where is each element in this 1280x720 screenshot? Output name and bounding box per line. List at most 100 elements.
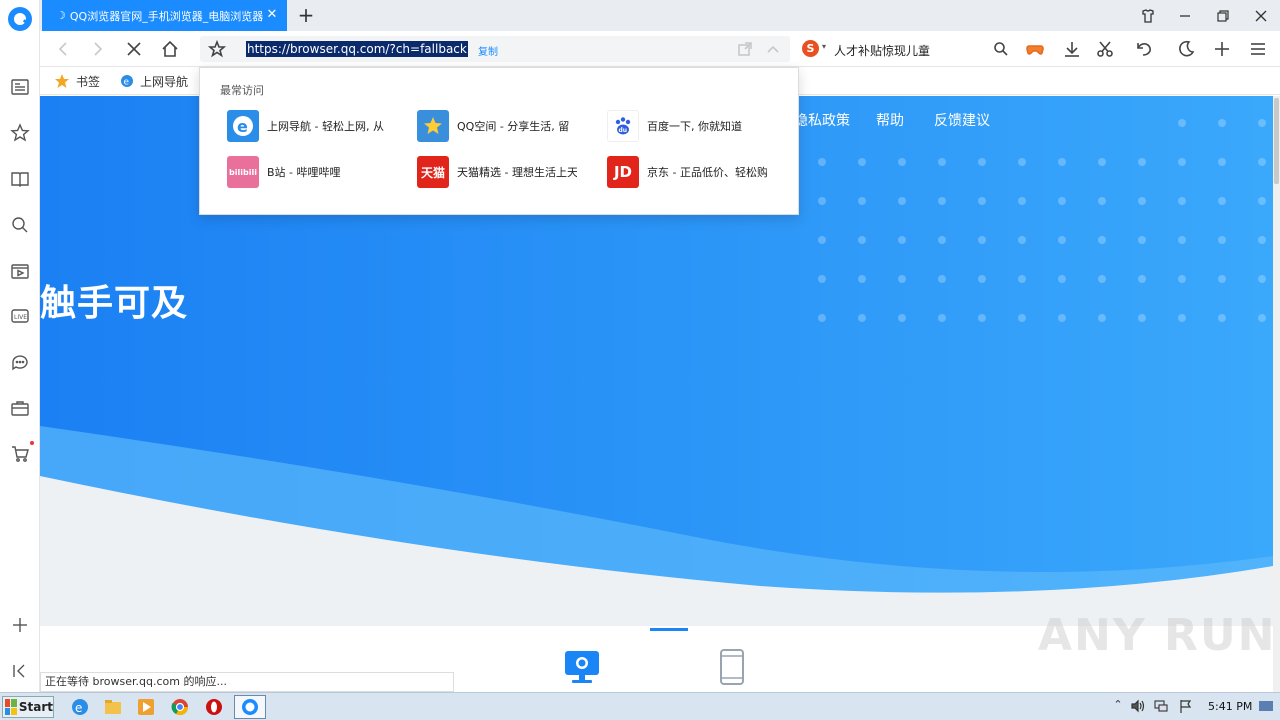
decorative-dot	[938, 275, 946, 283]
address-bar[interactable]: https://browser.qq.com/?ch=fallback 复制	[200, 36, 790, 62]
most-visited-site[interactable]: 天猫 天猫精选 - 理想生活上天	[417, 156, 597, 188]
forward-icon[interactable]	[85, 36, 111, 62]
skin-icon[interactable]	[1129, 0, 1167, 31]
tab-close-icon[interactable]: ✕	[265, 8, 279, 22]
download-icon[interactable]	[1059, 36, 1085, 62]
start-label: Start	[18, 700, 53, 714]
most-visited-site[interactable]: e 上网导航 - 轻松上网, 从	[227, 110, 407, 142]
windows-flag-icon	[5, 699, 17, 715]
most-visited-site[interactable]: bilibili B站 - 哔哩哔哩	[227, 156, 407, 188]
network-icon[interactable]	[1153, 698, 1169, 714]
qq-browser-taskbar-button[interactable]	[234, 695, 266, 719]
screenshot-scissors-icon[interactable]	[1092, 36, 1118, 62]
search-box[interactable]: S ▾ 人才补贴惊现儿童	[798, 36, 1008, 62]
svg-text:e: e	[124, 78, 130, 88]
loading-icon: ☽	[56, 9, 66, 22]
tab-title: QQ浏览器官网_手机浏览器_电脑浏览器	[69, 9, 264, 23]
mobile-version-icon[interactable]	[712, 648, 752, 688]
site-label: 百度一下, 你就知道	[647, 120, 742, 133]
stop-icon[interactable]	[121, 36, 147, 62]
decorative-dot	[938, 158, 946, 166]
decorative-dot	[1018, 275, 1026, 283]
volume-icon[interactable]	[1130, 698, 1146, 714]
opera-icon[interactable]	[204, 697, 224, 717]
nav-feedback-link[interactable]: 反馈建议	[934, 110, 990, 130]
restore-button[interactable]	[1204, 0, 1242, 31]
url-text[interactable]: https://browser.qq.com/?ch=fallback	[246, 41, 468, 57]
svg-text:LIVE: LIVE	[14, 314, 27, 321]
explorer-folder-icon[interactable]	[103, 697, 123, 717]
svg-text:e: e	[237, 117, 248, 136]
search-icon[interactable]	[988, 36, 1014, 62]
nav-privacy-link[interactable]: 隐私政策	[794, 110, 850, 130]
shopping-cart-icon[interactable]	[8, 442, 32, 466]
media-player-icon[interactable]	[136, 697, 156, 717]
engine-dropdown-icon[interactable]: ▾	[822, 42, 826, 51]
decorative-dot	[1258, 314, 1266, 322]
chat-icon[interactable]	[8, 350, 32, 374]
action-center-flag-icon[interactable]	[1178, 698, 1194, 714]
ie-taskbar-icon[interactable]: e	[70, 697, 90, 717]
decorative-dot	[1098, 236, 1106, 244]
anyrun-watermark: ANY RUN	[1038, 610, 1277, 661]
decorative-dot	[1258, 158, 1266, 166]
toolbox-icon[interactable]	[8, 396, 32, 420]
decorative-dot	[978, 197, 986, 205]
decorative-dot	[898, 236, 906, 244]
decorative-dot	[978, 314, 986, 322]
decorative-dot	[1138, 314, 1146, 322]
desktop-version-icon[interactable]	[562, 648, 602, 688]
chrome-icon[interactable]	[170, 697, 190, 717]
ie-nav-icon: e	[227, 110, 259, 142]
new-tab-button[interactable]: +	[294, 3, 318, 27]
most-visited-site[interactable]: QQ空间 - 分享生活, 留	[417, 110, 597, 142]
start-button[interactable]: Start	[2, 696, 54, 718]
tray-expand-icon[interactable]: ⌃	[1110, 698, 1126, 714]
notification-dot	[30, 441, 34, 445]
chevron-up-icon[interactable]	[760, 36, 786, 62]
bookmark-label: 书签	[76, 74, 101, 89]
close-window-button[interactable]	[1242, 0, 1280, 31]
decorative-dot	[858, 158, 866, 166]
search-suggestion[interactable]: 人才补贴惊现儿童	[834, 42, 930, 59]
back-icon[interactable]	[50, 36, 76, 62]
vertical-scrollbar[interactable]	[1273, 96, 1280, 692]
live-icon[interactable]: LIVE	[8, 304, 32, 328]
qq-browser-logo[interactable]	[8, 7, 32, 31]
decorative-dot	[1018, 197, 1026, 205]
decorative-dot	[898, 314, 906, 322]
news-icon[interactable]	[8, 75, 32, 99]
book-icon[interactable]	[8, 167, 32, 191]
share-icon[interactable]	[732, 36, 758, 62]
nav-help-link[interactable]: 帮助	[876, 110, 904, 130]
bookmark-item-bookmarks[interactable]: 书签	[54, 73, 100, 89]
night-mode-moon-icon[interactable]	[1173, 36, 1199, 62]
add-icon[interactable]	[1209, 36, 1235, 62]
most-visited-site[interactable]: du 百度一下, 你就知道	[607, 110, 787, 142]
minimize-button[interactable]	[1166, 0, 1204, 31]
collapse-sidebar-icon[interactable]	[8, 659, 32, 683]
search-icon[interactable]	[8, 213, 32, 237]
game-controller-icon[interactable]	[1022, 36, 1048, 62]
decorative-dot	[1178, 119, 1186, 127]
bookmark-item-nav[interactable]: e 上网导航	[120, 73, 188, 89]
sogou-search-icon[interactable]: S	[802, 40, 819, 57]
tab-qq-browser[interactable]: ☽ QQ浏览器官网_手机浏览器_电脑浏览器 ✕	[42, 0, 287, 31]
menu-icon[interactable]	[1245, 36, 1271, 62]
decorative-dot	[1138, 158, 1146, 166]
most-visited-dropdown: 最常访问 e 上网导航 - 轻松上网, 从 QQ空间 - 分享生活, 留 du …	[199, 67, 799, 215]
show-desktop-icon[interactable]	[1258, 698, 1274, 714]
decorative-dot	[938, 197, 946, 205]
most-visited-site[interactable]: JD 京东 - 正品低价、轻松购	[607, 156, 787, 188]
decorative-dot	[1218, 236, 1226, 244]
toolbar: https://browser.qq.com/?ch=fallback 复制 S…	[40, 31, 1280, 67]
bookmark-star-icon[interactable]	[204, 36, 230, 62]
home-icon[interactable]	[157, 36, 183, 62]
taskbar-clock[interactable]: 5:41 PM	[1208, 700, 1252, 713]
favorites-star-icon[interactable]	[8, 121, 32, 145]
video-icon[interactable]	[8, 259, 32, 283]
copy-url-button[interactable]: 复制	[478, 43, 498, 58]
add-icon[interactable]	[8, 613, 32, 637]
undo-icon[interactable]	[1131, 36, 1157, 62]
scrollbar-thumb[interactable]	[1274, 98, 1279, 184]
